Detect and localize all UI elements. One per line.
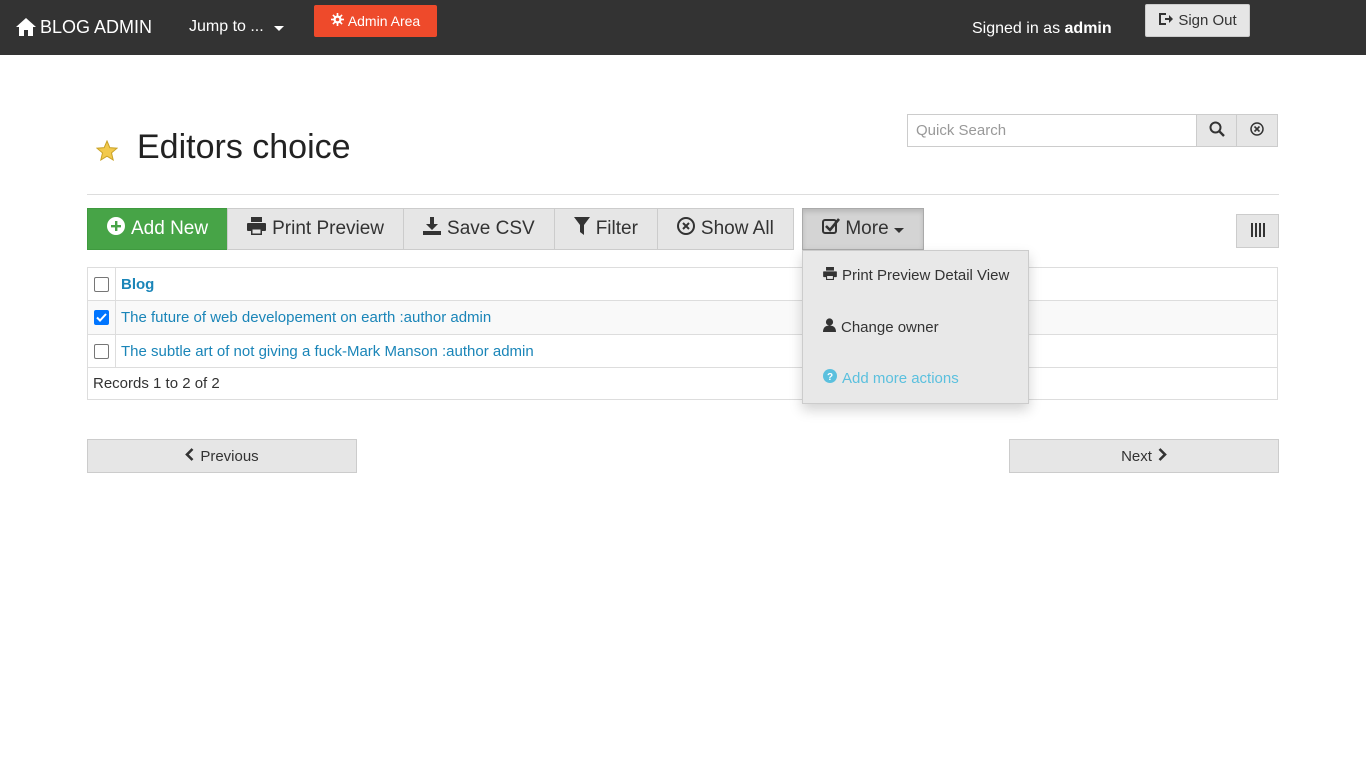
admin-area-label: Admin Area xyxy=(347,13,421,29)
menu-item-label: Print Preview Detail View xyxy=(842,267,1010,284)
signed-in-prefix: Signed in as xyxy=(972,20,1061,37)
next-page-button[interactable]: Next xyxy=(1009,439,1279,473)
menu-item-label: Change owner xyxy=(841,318,939,336)
row-select-cell xyxy=(88,301,116,334)
svg-text:?: ? xyxy=(827,372,833,383)
save-csv-button[interactable]: Save CSV xyxy=(403,208,555,250)
print-preview-button[interactable]: Print Preview xyxy=(227,208,405,250)
print-icon xyxy=(247,217,267,241)
table-cell-blog: The subtle art of not giving a fuck-Mark… xyxy=(116,343,534,360)
gear-icon xyxy=(330,13,344,29)
print-icon xyxy=(823,267,837,284)
download-icon xyxy=(423,217,442,241)
menu-item-print-preview-detail[interactable]: Print Preview Detail View xyxy=(823,267,1009,284)
quick-search-input[interactable] xyxy=(907,114,1196,147)
checkmark-icon xyxy=(96,313,107,322)
row-checkbox[interactable] xyxy=(94,310,109,325)
sign-out-button[interactable]: Sign Out xyxy=(1145,4,1250,37)
chevron-right-icon xyxy=(1158,447,1167,465)
show-all-button[interactable]: Show All xyxy=(656,208,794,250)
check-square-icon xyxy=(822,217,841,241)
column-picker-button[interactable] xyxy=(1236,214,1279,248)
columns-icon xyxy=(1250,222,1265,240)
table-row: The future of web developement on earth … xyxy=(88,301,1277,334)
filter-label: Filter xyxy=(595,218,638,239)
row-checkbox[interactable] xyxy=(94,343,109,359)
blog-link[interactable]: The subtle art of not giving a fuck-Mark… xyxy=(121,343,534,360)
menu-item-label: Add more actions xyxy=(842,369,959,387)
chevron-left-icon xyxy=(185,447,194,465)
next-label: Next xyxy=(1121,447,1152,465)
sign-out-icon xyxy=(1158,12,1174,30)
blog-link[interactable]: The future of web developement on earth … xyxy=(121,309,491,326)
save-csv-label: Save CSV xyxy=(447,218,535,239)
more-actions-button[interactable]: More xyxy=(802,208,924,250)
more-label: More xyxy=(845,218,889,239)
records-table: Blog The future of web developement on e… xyxy=(87,267,1278,400)
select-all-checkbox[interactable] xyxy=(94,276,109,292)
show-all-label: Show All xyxy=(700,218,774,239)
more-actions-menu: Print Preview Detail View Change owner ?… xyxy=(802,250,1029,404)
filter-button[interactable]: Filter xyxy=(553,208,658,250)
question-circle-icon: ? xyxy=(823,369,837,387)
jump-to-label: Jump to ... xyxy=(189,18,264,35)
quick-search xyxy=(907,114,1278,147)
print-preview-label: Print Preview xyxy=(272,218,385,239)
add-new-button[interactable]: Add New xyxy=(87,208,229,250)
filter-icon xyxy=(573,217,590,241)
column-header-blog[interactable]: Blog xyxy=(116,276,154,293)
select-all-cell xyxy=(88,268,116,300)
previous-page-button[interactable]: Previous xyxy=(87,439,357,473)
previous-label: Previous xyxy=(200,447,259,465)
home-icon xyxy=(15,17,37,37)
divider xyxy=(87,194,1279,195)
jump-to-dropdown[interactable]: Jump to ... xyxy=(189,17,284,37)
table-cell-blog: The future of web developement on earth … xyxy=(116,309,491,326)
add-new-label: Add New xyxy=(131,218,209,239)
top-navbar: BLOG ADMIN Jump to ... Admin Area Signed… xyxy=(0,0,1366,55)
menu-item-add-more-actions[interactable]: ? Add more actions xyxy=(823,369,959,387)
signed-in-text: Signed in as admin xyxy=(972,20,1112,38)
plus-circle-icon xyxy=(107,217,125,241)
caret-down-icon xyxy=(893,227,904,233)
star-icon xyxy=(95,139,119,164)
search-button[interactable] xyxy=(1196,114,1237,147)
clear-search-button[interactable] xyxy=(1237,114,1278,147)
close-circle-icon xyxy=(676,217,695,241)
records-count: Records 1 to 2 of 2 xyxy=(88,367,1277,399)
brand-label: BLOG ADMIN xyxy=(40,17,153,37)
row-select-cell xyxy=(88,335,116,367)
menu-item-change-owner[interactable]: Change owner xyxy=(823,318,939,336)
search-icon xyxy=(1209,121,1225,140)
sign-out-label: Sign Out xyxy=(1178,12,1237,29)
admin-area-button[interactable]: Admin Area xyxy=(314,5,437,37)
brand-link[interactable]: BLOG ADMIN xyxy=(15,14,152,40)
signed-in-user: admin xyxy=(1064,20,1112,37)
table-row: The subtle art of not giving a fuck-Mark… xyxy=(88,334,1277,367)
action-toolbar: Add New Print Preview Save CSV Filter Sh… xyxy=(87,208,794,250)
table-header-row: Blog xyxy=(88,268,1277,301)
close-circle-icon xyxy=(1250,122,1264,139)
page-title: Editors choice xyxy=(137,128,351,166)
caret-down-icon xyxy=(273,26,284,31)
user-icon xyxy=(823,318,836,336)
